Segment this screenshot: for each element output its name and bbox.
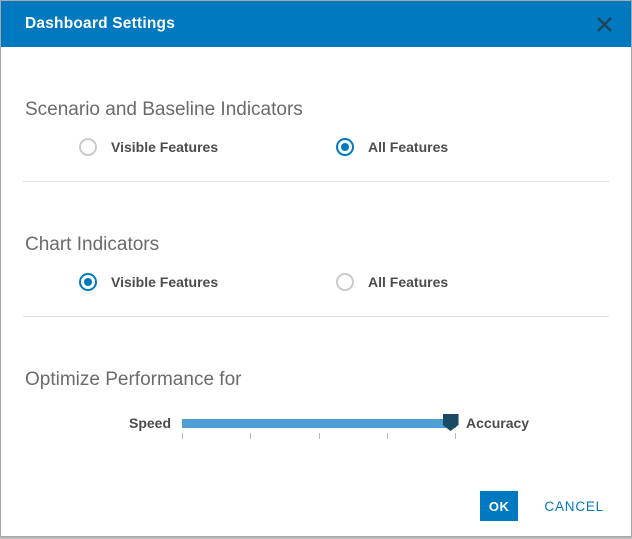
slider-handle[interactable] (443, 414, 459, 431)
radio-option-visible-features[interactable]: Visible Features (79, 273, 336, 291)
slider-min-label: Speed (129, 415, 171, 431)
radio-option-label: Visible Features (111, 274, 218, 290)
scenario-options-row: Visible Features All Features (23, 138, 609, 156)
radio-option-all-features[interactable]: All Features (336, 273, 448, 291)
section-title-scenario-baseline-indicators: Scenario and Baseline Indicators (25, 99, 609, 121)
performance-slider[interactable] (182, 419, 456, 428)
radio-button-icon (79, 138, 97, 156)
radio-button-icon (79, 273, 97, 291)
radio-button-icon (336, 273, 354, 291)
section-title-chart-indicators: Chart Indicators (25, 234, 609, 256)
radio-button-icon (336, 138, 354, 156)
dashboard-settings-dialog: Dashboard Settings Scenario and Baseline… (0, 0, 632, 537)
section-divider (23, 316, 609, 317)
radio-option-label: All Features (368, 274, 448, 290)
slider-max-label: Accuracy (466, 415, 529, 431)
cancel-button[interactable]: CANCEL (544, 499, 604, 514)
performance-slider-row: Speed Accuracy (129, 415, 609, 431)
section-divider (23, 181, 609, 182)
chart-options-row: Visible Features All Features (23, 273, 609, 291)
radio-option-visible-features[interactable]: Visible Features (79, 138, 336, 156)
close-icon[interactable] (594, 14, 614, 34)
dialog-footer: OK CANCEL (480, 491, 604, 521)
radio-option-label: Visible Features (111, 139, 218, 155)
radio-option-label: All Features (368, 139, 448, 155)
dialog-title: Dashboard Settings (25, 15, 175, 33)
dialog-body: Scenario and Baseline Indicators Visible… (1, 99, 631, 431)
ok-button[interactable]: OK (480, 491, 519, 521)
radio-option-all-features[interactable]: All Features (336, 138, 448, 156)
slider-track[interactable] (182, 419, 456, 428)
slider-ticks (182, 433, 456, 439)
dialog-header: Dashboard Settings (1, 1, 631, 47)
section-title-optimize-performance: Optimize Performance for (25, 369, 609, 391)
